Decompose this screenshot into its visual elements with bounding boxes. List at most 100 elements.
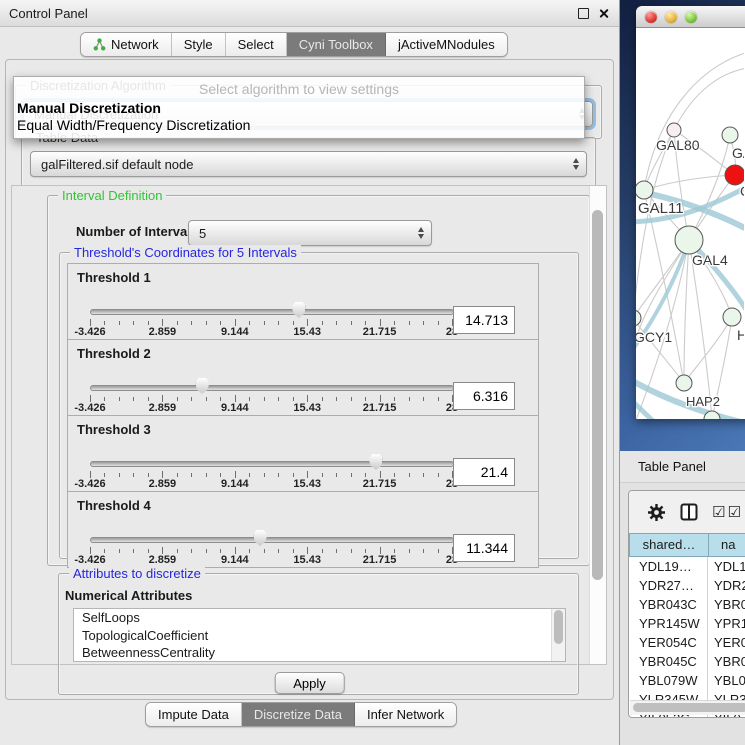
scrollbar-thumb[interactable] xyxy=(592,210,603,580)
checked-checkbox-icon[interactable]: ☑ xyxy=(727,505,740,520)
threshold-slider[interactable]: -3.4262.8599.14415.4321.71528 xyxy=(90,340,452,417)
network-node[interactable] xyxy=(722,127,738,143)
numerical-attributes-list[interactable]: SelfLoopsTopologicalCoefficientBetweenne… xyxy=(73,608,566,662)
cell-shared-name: YDL19… xyxy=(629,557,708,576)
tick-mark xyxy=(249,321,250,325)
attributes-list-scrollbar[interactable] xyxy=(551,609,565,661)
menu-item-equal-width-frequency[interactable]: Equal Width/Frequency Discretization xyxy=(16,117,582,133)
network-node[interactable] xyxy=(723,308,741,326)
close-icon[interactable] xyxy=(598,8,609,19)
network-node[interactable] xyxy=(725,165,744,185)
tick-mark xyxy=(307,319,308,326)
tick-mark xyxy=(104,549,105,553)
scrollbar-thumb[interactable] xyxy=(554,610,563,644)
network-edge xyxy=(674,68,744,130)
table-row[interactable]: YER054CYER0 xyxy=(629,633,745,652)
attribute-list-item[interactable]: TopologicalCoefficient xyxy=(74,627,565,645)
network-node[interactable] xyxy=(636,181,653,199)
gear-icon[interactable] xyxy=(647,503,666,522)
table-row[interactable]: YDR27…YDR2 xyxy=(629,576,745,595)
column-header-name[interactable]: na xyxy=(708,533,745,557)
minimize-traffic-light-icon[interactable] xyxy=(665,11,677,23)
tab-infer-network[interactable]: Infer Network xyxy=(355,703,456,726)
table-row[interactable]: YBL079WYBL0 xyxy=(629,671,745,690)
tick-label: -3.426 xyxy=(74,326,105,338)
thresholds-stack: Threshold 1-3.4262.8599.14415.4321.71528… xyxy=(60,263,578,567)
network-icon xyxy=(93,38,106,51)
tick-mark xyxy=(409,397,410,401)
tick-mark xyxy=(293,397,294,401)
table-horizontal-scrollbar[interactable] xyxy=(630,700,745,715)
number-of-intervals-combobox[interactable]: 5 xyxy=(188,220,432,246)
threshold-value-input[interactable] xyxy=(453,306,515,334)
table-row[interactable]: YBR043CYBR0 xyxy=(629,595,745,614)
slider-thumb[interactable] xyxy=(292,302,305,318)
network-node[interactable] xyxy=(636,310,641,326)
threshold-value-input[interactable] xyxy=(453,458,515,486)
slider-thumb[interactable] xyxy=(254,530,267,546)
attribute-list-item[interactable]: BetweennessCentrality xyxy=(74,644,565,662)
table-rows: YDL19…YDL1YDR27…YDR2YBR043CYBR0YPR145WYP… xyxy=(629,557,745,718)
network-desktop: GAL80GACGAL11GAL4GCY1HHAP2 xyxy=(620,0,745,451)
menu-item-manual-discretization[interactable]: Manual Discretization xyxy=(16,99,582,117)
tick-mark xyxy=(438,397,439,401)
tick-mark xyxy=(177,397,178,401)
cell-shared-name: YDR27… xyxy=(629,576,708,595)
scrollbar-thumb[interactable] xyxy=(633,703,745,712)
apply-button[interactable]: Apply xyxy=(274,672,345,694)
slider-thumb[interactable] xyxy=(196,378,209,394)
slider-thumb[interactable] xyxy=(369,454,382,470)
combo-arrows-icon xyxy=(418,227,424,239)
columns-icon[interactable] xyxy=(680,503,698,521)
attribute-list-item[interactable]: SelfLoops xyxy=(74,609,565,627)
threshold-value-input[interactable] xyxy=(453,382,515,410)
network-node[interactable] xyxy=(676,375,692,391)
tick-mark xyxy=(278,321,279,325)
table-row[interactable]: YPR145WYPR1 xyxy=(629,614,745,633)
network-node-label: GAL11 xyxy=(638,200,684,217)
tab-network-label: Network xyxy=(111,37,159,52)
threshold-slider[interactable]: -3.4262.8599.14415.4321.71528 xyxy=(90,416,452,493)
tick-mark xyxy=(206,473,207,477)
tab-network[interactable]: Network xyxy=(81,33,172,56)
interval-definition-group-title: Interval Definition xyxy=(58,188,166,203)
tab-impute-data[interactable]: Impute Data xyxy=(146,703,242,726)
threshold-value-input[interactable] xyxy=(453,534,515,562)
tab-select[interactable]: Select xyxy=(226,33,287,56)
tick-mark xyxy=(278,397,279,401)
threshold-slider[interactable]: -3.4262.8599.14415.4321.71528 xyxy=(90,492,452,569)
table-row[interactable]: YBR045CYBR0 xyxy=(629,652,745,671)
tick-mark xyxy=(394,321,395,325)
tick-label: 15.43 xyxy=(293,478,321,490)
tab-style[interactable]: Style xyxy=(172,33,226,56)
checked-checkbox-icon[interactable]: ☑ xyxy=(712,505,725,520)
tab-jactivemnodules[interactable]: jActiveMNodules xyxy=(386,33,507,56)
tick-mark xyxy=(249,549,250,553)
tick-mark xyxy=(249,397,250,401)
tick-mark xyxy=(336,549,337,553)
close-traffic-light-icon[interactable] xyxy=(645,11,657,23)
tab-cyni-toolbox[interactable]: Cyni Toolbox xyxy=(287,33,386,56)
network-node[interactable] xyxy=(675,226,703,254)
float-window-icon[interactable] xyxy=(578,8,589,19)
threshold-panel: Threshold 1-3.4262.8599.14415.4321.71528 xyxy=(67,263,539,340)
interval-definition-group: Interval Definition Number of Intervals … xyxy=(47,195,590,566)
tick-mark xyxy=(249,473,250,477)
table-data-group: Table Data galFiltered.sif default node xyxy=(21,137,596,187)
network-canvas[interactable]: GAL80GACGAL11GAL4GCY1HHAP2 xyxy=(636,28,745,419)
threshold-slider[interactable]: -3.4262.8599.14415.4321.71528 xyxy=(90,264,452,341)
control-panel-title: Control Panel xyxy=(9,6,88,21)
tab-discretize-data[interactable]: Discretize Data xyxy=(242,703,355,726)
tick-labels: -3.4262.8599.14415.4321.71528 xyxy=(90,478,452,490)
settings-vertical-scrollbar[interactable] xyxy=(589,186,606,664)
tick-mark xyxy=(322,549,323,553)
table-data-combobox[interactable]: galFiltered.sif default node xyxy=(30,151,587,177)
slider-track xyxy=(90,461,454,467)
tick-labels: -3.4262.8599.14415.4321.71528 xyxy=(90,326,452,338)
zoom-traffic-light-icon[interactable] xyxy=(685,11,697,23)
attribute-items-holder: SelfLoopsTopologicalCoefficientBetweenne… xyxy=(74,609,565,662)
table-row[interactable]: YDL19…YDL1 xyxy=(629,557,745,576)
network-node[interactable] xyxy=(667,123,681,137)
tick-mark xyxy=(365,397,366,401)
column-header-shared-name[interactable]: shared… xyxy=(629,533,708,557)
